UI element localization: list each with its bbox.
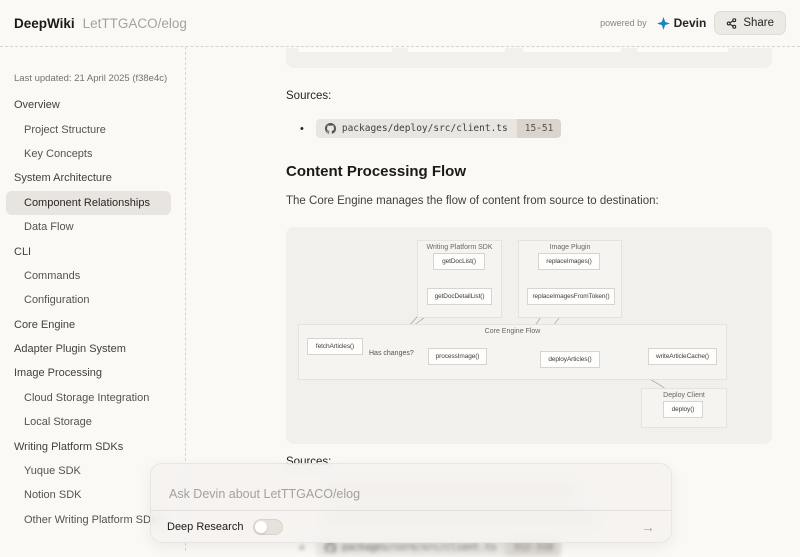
devin-label: Devin (674, 16, 707, 30)
sidebar-item-system-architecture[interactable]: System Architecture (0, 166, 185, 190)
brand-logo[interactable]: DeepWiki (14, 16, 75, 31)
edge-label-has-changes: Has changes? (369, 350, 414, 357)
node-processimage[interactable]: processImage() (428, 348, 487, 365)
node-deployarticles[interactable]: deployArticles() (540, 351, 600, 368)
sidebar-item-overview[interactable]: Overview (0, 93, 185, 117)
section-intro: The Core Engine manages the flow of cont… (286, 195, 772, 207)
source-item: packages/deploy/src/client.ts 15-51 (286, 119, 772, 138)
sidebar-item-component-relationships[interactable]: Component Relationships (6, 191, 171, 215)
sources-heading-top: Sources: (286, 90, 772, 102)
github-icon (325, 542, 336, 553)
github-icon (325, 123, 336, 134)
node-fetcharticles[interactable]: fetchArticles() (307, 338, 363, 355)
header-right: powered by Devin Share (600, 11, 786, 35)
subgraph-writing-platform-sdk: Writing Platform SDK (417, 240, 502, 318)
node-deploy[interactable]: deploy() (663, 401, 703, 418)
sidebar-item-adapter-plugin-system[interactable]: Adapter Plugin System (0, 337, 185, 361)
subgraph-label: Image Plugin (519, 244, 621, 251)
sidebar-item-image-processing[interactable]: Image Processing (0, 361, 185, 385)
share-button[interactable]: Share (714, 11, 786, 35)
ask-devin-input[interactable] (151, 464, 671, 510)
sidebar-item-key-concepts[interactable]: Key Concepts (0, 142, 185, 166)
submit-arrow-icon[interactable]: → (641, 519, 655, 535)
share-icon (726, 18, 737, 29)
source-path: packages/core/src/client.ts (342, 542, 496, 553)
header: DeepWiki LetTTGACO/elog powered by Devin (0, 0, 800, 47)
last-updated: Last updated: 21 April 2025 (f38e4c) (0, 73, 185, 84)
sidebar-item-data-flow[interactable]: Data Flow (0, 215, 185, 239)
node-getdocdetaillist[interactable]: getDocDetailList() (427, 288, 492, 305)
sidebar-item-cli[interactable]: CLI (0, 239, 185, 263)
source-chip[interactable]: packages/deploy/src/client.ts 15-51 (316, 119, 561, 138)
share-label: Share (743, 17, 774, 29)
sidebar-item-writing-platform-sdks[interactable]: Writing Platform SDKs (0, 434, 185, 458)
subgraph-label: Core Engine Flow (299, 328, 726, 335)
sidebar-item-core-engine[interactable]: Core Engine (0, 313, 185, 337)
ask-devin-bar: Deep Research → (150, 463, 672, 543)
ask-bar-footer: Deep Research → (151, 510, 671, 542)
page-title: Content Processing Flow (286, 163, 772, 180)
deep-research-toggle[interactable] (253, 519, 283, 535)
previous-diagram-cutoff (286, 48, 772, 68)
sidebar-item-commands[interactable]: Commands (0, 264, 185, 288)
repo-name[interactable]: LetTTGACO/elog (83, 16, 187, 31)
devin-link[interactable]: Devin (657, 16, 707, 30)
deep-research-label: Deep Research (167, 521, 243, 533)
toggle-knob (255, 521, 267, 533)
source-path: packages/deploy/src/client.ts (342, 123, 508, 134)
node-getdoclist[interactable]: getDocList() (433, 253, 485, 270)
subgraph-label: Deploy Client (642, 392, 726, 399)
powered-by-label: powered by (600, 18, 647, 28)
node-replaceimages[interactable]: replaceImages() (538, 253, 600, 270)
subgraph-label: Writing Platform SDK (418, 244, 501, 251)
node-writearticlecache[interactable]: writeArticleCache() (648, 348, 717, 365)
source-line-range: 15-51 (517, 119, 562, 138)
node-replaceimagesfromtoken[interactable]: replaceImagesFromToken() (527, 288, 615, 305)
subgraph-image-plugin: Image Plugin (518, 240, 622, 318)
devin-logo-icon (657, 17, 670, 30)
content-processing-flow-diagram: Writing Platform SDK Image Plugin Core E… (286, 227, 772, 444)
sidebar-item-project-structure[interactable]: Project Structure (0, 117, 185, 141)
sidebar-item-configuration[interactable]: Configuration (0, 288, 185, 312)
sidebar-item-cloud-storage-integration[interactable]: Cloud Storage Integration (0, 386, 185, 410)
sidebar-item-local-storage[interactable]: Local Storage (0, 410, 185, 434)
